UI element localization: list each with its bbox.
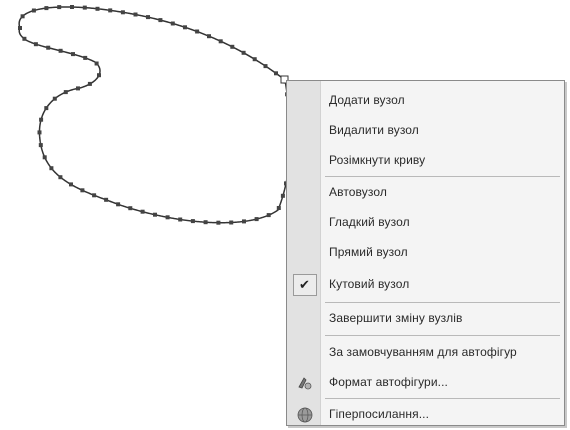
curve-node[interactable] xyxy=(52,96,57,101)
curve-node[interactable] xyxy=(76,86,80,91)
curve-node[interactable] xyxy=(254,217,259,222)
curve-node[interactable] xyxy=(266,213,271,218)
curve-node[interactable] xyxy=(274,71,278,76)
menu-item-label: Видалити вузол xyxy=(329,123,419,137)
curve-node[interactable] xyxy=(70,5,74,9)
curve-node[interactable] xyxy=(20,14,25,19)
curve-node[interactable] xyxy=(178,217,183,222)
curve-node[interactable] xyxy=(203,220,208,225)
curve-node[interactable] xyxy=(263,64,268,69)
curve-node[interactable] xyxy=(170,21,175,26)
curve-node[interactable] xyxy=(31,8,36,13)
menu-item-label: Прямий вузол xyxy=(329,245,408,259)
curve-node[interactable] xyxy=(241,50,246,55)
menu-separator xyxy=(325,176,560,177)
curve-nodes xyxy=(18,5,293,225)
menu-item-exit-node-edit[interactable]: Завершити зміну вузлів xyxy=(287,307,564,331)
curve-node[interactable] xyxy=(22,36,27,41)
curve-node[interactable] xyxy=(97,73,101,78)
menu-item-format-autoshape[interactable]: Формат автофігури... xyxy=(287,371,564,395)
menu-item-label: Автовузол xyxy=(329,185,387,199)
menu-item-label: Додати вузол xyxy=(329,93,405,107)
menu-item-label: Завершити зміну вузлів xyxy=(329,311,463,325)
curve-node[interactable] xyxy=(71,52,75,57)
curve-node[interactable] xyxy=(33,42,38,47)
menu-item-delete-node[interactable]: Видалити вузол xyxy=(287,119,564,143)
menu-item-smooth-node[interactable]: Гладкий вузол xyxy=(287,211,564,235)
curve-node[interactable] xyxy=(242,219,246,224)
curve-node[interactable] xyxy=(133,12,138,17)
curve-node[interactable] xyxy=(57,5,62,10)
menu-item-corner-node[interactable]: ✔ Кутовий вузол xyxy=(287,273,564,297)
curve-node[interactable] xyxy=(46,45,51,50)
curve-node[interactable] xyxy=(49,166,54,171)
curve-node[interactable] xyxy=(37,130,42,135)
curve-node[interactable] xyxy=(69,182,73,187)
menu-separator xyxy=(325,335,560,336)
curve-node[interactable] xyxy=(165,215,170,220)
menu-separator xyxy=(325,398,560,399)
hyperlink-globe-icon xyxy=(296,406,314,424)
menu-item-hyperlink[interactable]: Гіперпосилання... xyxy=(287,403,564,427)
curve-node[interactable] xyxy=(42,155,47,160)
curve-node[interactable] xyxy=(146,15,150,20)
menu-item-set-autoshape-defaults[interactable]: За замовчуванням для автофігур xyxy=(287,341,564,365)
curve-node[interactable] xyxy=(44,6,49,11)
curve-node[interactable] xyxy=(38,143,43,148)
curve-node[interactable] xyxy=(190,219,195,224)
checkmark-icon: ✔ xyxy=(299,277,310,292)
menu-item-label: Кутовий вузол xyxy=(329,277,410,291)
menu-item-label: Формат автофігури... xyxy=(329,375,448,389)
curve-node[interactable] xyxy=(87,81,92,86)
curve-node[interactable] xyxy=(18,26,22,30)
curve-node[interactable] xyxy=(195,29,200,34)
curve-node[interactable] xyxy=(108,8,113,13)
curve-node[interactable] xyxy=(230,44,235,49)
drawing-canvas[interactable]: Додати вузол Видалити вузол Розімкнути к… xyxy=(0,0,570,430)
curve-node[interactable] xyxy=(63,90,68,95)
curve-node[interactable] xyxy=(83,55,88,60)
curve-node[interactable] xyxy=(218,39,223,44)
checked-indicator: ✔ xyxy=(293,274,317,296)
curve-node[interactable] xyxy=(276,206,281,210)
menu-item-label: За замовчуванням для автофігур xyxy=(329,345,517,359)
menu-item-label: Розімкнути криву xyxy=(329,153,426,167)
curve-node[interactable] xyxy=(207,34,211,39)
curve-node[interactable] xyxy=(280,193,285,198)
curve-node[interactable] xyxy=(80,188,85,193)
curve-node[interactable] xyxy=(128,206,133,211)
menu-item-straight-node[interactable]: Прямий вузол xyxy=(287,241,564,265)
curve-node[interactable] xyxy=(116,202,121,207)
curve-node[interactable] xyxy=(229,220,234,225)
curve-node[interactable] xyxy=(104,197,109,202)
curve-node[interactable] xyxy=(92,193,97,198)
curve-node[interactable] xyxy=(82,5,87,10)
curve-node[interactable] xyxy=(153,212,157,217)
menu-item-open-curve[interactable]: Розімкнути криву xyxy=(287,149,564,173)
curve-node[interactable] xyxy=(58,48,63,53)
curve-node[interactable] xyxy=(183,25,187,30)
menu-item-label: Гіперпосилання... xyxy=(329,407,430,421)
curve-node[interactable] xyxy=(120,10,125,15)
menu-item-add-node[interactable]: Додати вузол xyxy=(287,89,564,113)
node-context-menu: Додати вузол Видалити вузол Розімкнути к… xyxy=(286,80,565,426)
curve-node[interactable] xyxy=(39,117,44,122)
menu-item-label: Гладкий вузол xyxy=(329,215,410,229)
curve-node[interactable] xyxy=(58,175,63,180)
curve-node[interactable] xyxy=(140,209,145,214)
curve-node[interactable] xyxy=(95,6,100,11)
curve-node[interactable] xyxy=(94,61,99,66)
menu-item-auto-node[interactable]: Автовузол xyxy=(287,181,564,205)
curve-node[interactable] xyxy=(216,220,221,225)
format-shape-icon xyxy=(296,374,314,392)
freeform-curve-path[interactable] xyxy=(18,6,292,224)
curve-node[interactable] xyxy=(158,18,163,23)
curve-node[interactable] xyxy=(44,106,49,111)
curve-node[interactable] xyxy=(252,57,257,62)
menu-separator xyxy=(325,302,560,303)
